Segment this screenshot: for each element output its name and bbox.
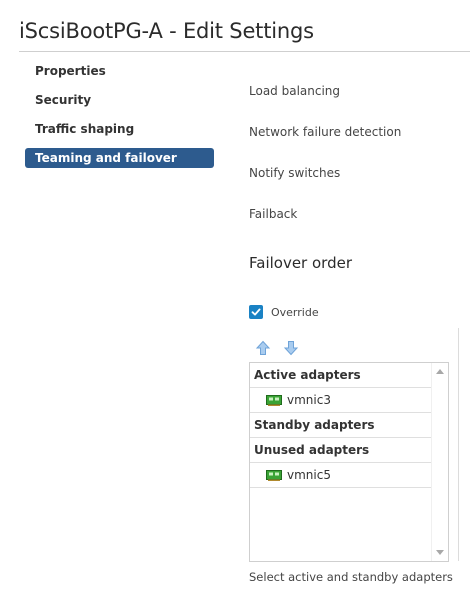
adapter-list: Active adapters vmnic3 Standby adapters …: [250, 363, 431, 561]
nav-item-teaming-and-failover[interactable]: Teaming and failover: [25, 148, 214, 168]
override-label: Override: [271, 305, 319, 319]
failback-label: Failback: [249, 207, 298, 221]
nav-item-properties[interactable]: Properties: [25, 61, 214, 81]
move-down-button[interactable]: [283, 340, 299, 356]
scroll-up-icon[interactable]: [436, 369, 444, 374]
active-adapters-group: Active adapters: [250, 363, 431, 388]
network-failure-detection-label: Network failure detection: [249, 125, 402, 139]
override-checkbox[interactable]: [249, 305, 263, 319]
dialog-title: iScsiBootPG-A - Edit Settings: [19, 19, 314, 43]
title-divider: [19, 51, 470, 52]
standby-adapters-group: Standby adapters: [250, 413, 431, 438]
failover-order-list[interactable]: Active adapters vmnic3 Standby adapters …: [249, 362, 449, 562]
scroll-down-icon[interactable]: [436, 550, 444, 555]
arrow-down-icon: [283, 341, 299, 356]
adapter-row-vmnic5[interactable]: vmnic5: [250, 463, 431, 488]
adapter-name: vmnic5: [287, 468, 331, 482]
move-up-button[interactable]: [255, 340, 271, 356]
failover-order-heading: Failover order: [249, 254, 352, 272]
override-checkbox-row: Override: [249, 304, 319, 320]
network-adapter-icon: [266, 470, 282, 481]
settings-nav: Properties Security Traffic shaping Team…: [25, 61, 214, 177]
checkmark-icon: [251, 308, 261, 316]
adapter-row-vmnic3[interactable]: vmnic3: [250, 388, 431, 413]
nav-item-traffic-shaping[interactable]: Traffic shaping: [25, 119, 214, 139]
nav-item-security[interactable]: Security: [25, 90, 214, 110]
panel-divider: [458, 328, 459, 561]
edit-settings-dialog: iScsiBootPG-A - Edit Settings Properties…: [0, 0, 470, 589]
unused-adapters-group: Unused adapters: [250, 438, 431, 463]
list-scrollbar[interactable]: [431, 363, 448, 561]
move-buttons: [255, 340, 311, 356]
failover-hint: Select active and standby adapters: [249, 570, 453, 584]
load-balancing-label: Load balancing: [249, 84, 341, 98]
arrow-up-icon: [255, 340, 271, 355]
network-adapter-icon: [266, 395, 282, 406]
adapter-name: vmnic3: [287, 393, 331, 407]
notify-switches-label: Notify switches: [249, 166, 341, 180]
